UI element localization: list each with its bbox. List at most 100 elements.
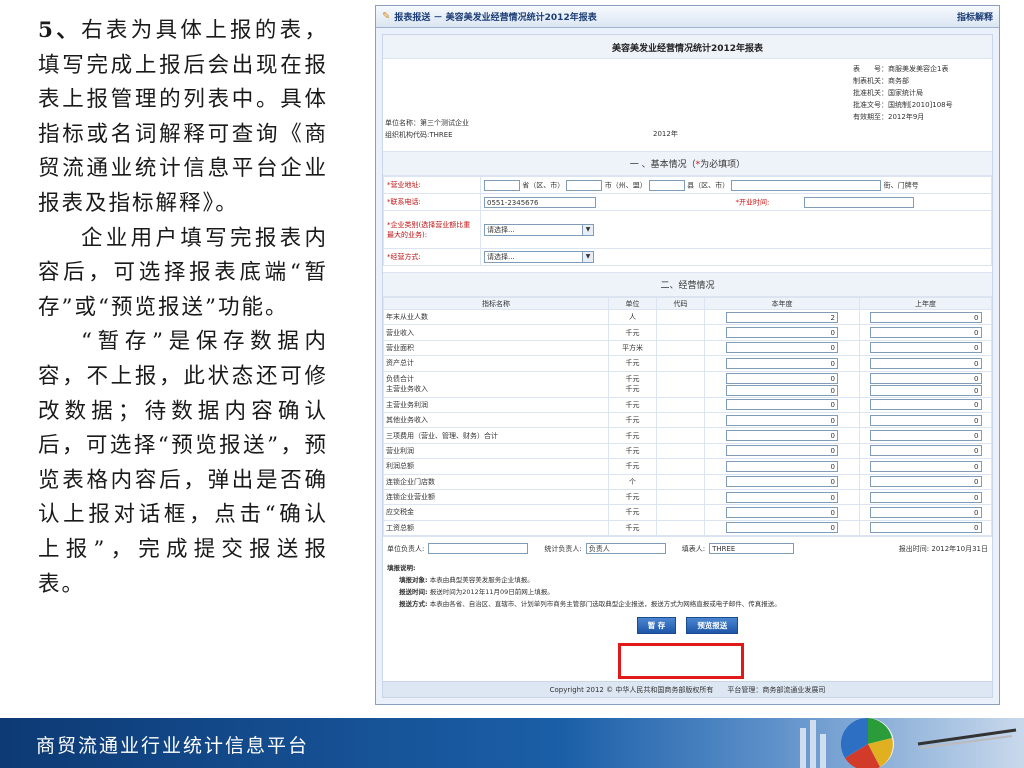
indicator-name-cell: 营业收入 xyxy=(383,324,609,341)
previous-year-input[interactable]: 0 xyxy=(869,414,982,426)
code-cell xyxy=(656,308,705,326)
save-draft-button[interactable]: 暂 存 xyxy=(636,616,677,634)
notes-time: 报送时间为2012年11月09日前网上填报。 xyxy=(429,588,554,597)
previous-year-input[interactable]: 0 xyxy=(869,476,982,488)
previous-year-input[interactable]: 0 xyxy=(869,445,982,457)
previous-year-input[interactable]: 0 xyxy=(869,372,982,384)
unit-cell: 千元 xyxy=(608,519,657,537)
indicator-name-cell: 应交税金 xyxy=(383,504,609,521)
preview-submit-button[interactable]: 预览报送 xyxy=(686,616,739,634)
code-cell xyxy=(656,473,705,490)
street-input[interactable] xyxy=(731,179,882,191)
report-window: ✎ 报表报送 － 美容美发业经营情况统计2012年报表 指标解释 美容美发业经营… xyxy=(375,5,1000,705)
indicator-name-cell: 连锁企业营业额 xyxy=(383,488,609,506)
current-year-input[interactable]: 0 xyxy=(726,430,838,442)
indicator-name-cell: 三项费用（营业、管理、财务）合计 xyxy=(383,427,609,444)
instruction-para-1-text: 右表为具体上报的表，填写完成上报后会出现在报表上报管理的列表中。具体指标或名词解… xyxy=(38,18,328,216)
notes-method: 本表由各省、自治区、直辖市、计划单列市商务主管部门选取典型企业报送，报送方式为网… xyxy=(429,600,781,609)
previous-year-input[interactable]: 0 xyxy=(869,357,982,369)
current-year-input[interactable]: 0 xyxy=(726,445,838,457)
report-title: 美容美发业经营情况统计2012年报表 xyxy=(383,35,992,59)
current-year-input[interactable]: 0 xyxy=(726,384,838,396)
current-year-input[interactable]: 0 xyxy=(726,327,838,339)
indicator-name-cell: 负债合计 主营业务收入 xyxy=(383,370,609,398)
unit-cell: 千元 xyxy=(608,324,657,341)
open-time-input[interactable] xyxy=(803,196,914,208)
highlight-frame xyxy=(618,643,744,679)
col-header-unit: 单位 xyxy=(608,297,657,310)
previous-year-cell: 0 xyxy=(859,355,992,372)
current-year-cell: 0 xyxy=(704,339,860,357)
chevron-down-icon: ▼ xyxy=(582,224,593,235)
indicator-help-link[interactable]: 指标解释 xyxy=(957,10,993,23)
notes-target: 本表由典型美容美发服务企业填报。 xyxy=(429,576,534,585)
instruction-para-2: 企业用户填写完报表内容后，可选择报表底端“暂存”或“预览报送”功能。 xyxy=(38,225,328,320)
previous-year-cell: 0 xyxy=(859,488,992,506)
current-year-cell: 0 xyxy=(704,442,860,460)
previous-year-input[interactable]: 0 xyxy=(869,522,982,534)
table-row: 三项费用（营业、管理、财务）合计 千元 0 0 xyxy=(383,427,992,444)
previous-year-input[interactable]: 0 xyxy=(869,327,982,339)
previous-year-input[interactable]: 0 xyxy=(869,506,982,518)
notes-method-label: 报送方式: xyxy=(399,600,428,609)
indicator-name-cell: 营业利润 xyxy=(383,442,609,460)
report-meta-right: 表 号：商服美发美容企1表 制表机关：商务部 批准机关：国家统计局 批准文号：国… xyxy=(853,63,953,123)
category-select[interactable]: 请选择... ▼ xyxy=(484,223,594,236)
previous-year-input[interactable]: 0 xyxy=(869,491,982,503)
section-basic-title-text: 一 、基本情况（ xyxy=(629,160,696,170)
stat-leader-input[interactable]: 负责人 xyxy=(585,543,666,555)
window-title: 报表报送 － 美容美发业经营情况统计2012年报表 xyxy=(394,13,597,23)
mode-label: *经营方式: xyxy=(383,248,481,266)
previous-year-input[interactable]: 0 xyxy=(869,311,982,323)
current-year-input[interactable]: 0 xyxy=(726,522,838,534)
street-label: 街、门牌号 xyxy=(883,181,919,189)
previous-year-input[interactable]: 0 xyxy=(869,399,982,411)
current-year-cell: 0 xyxy=(704,324,860,341)
table-row: 主营业务利润 千元 0 0 xyxy=(383,396,992,413)
table-row: 营业收入 千元 0 0 xyxy=(383,324,992,341)
current-year-input[interactable]: 0 xyxy=(726,372,838,384)
leader-label: 单位负责人: xyxy=(387,544,425,553)
phone-input[interactable]: 0551-2345676 xyxy=(484,196,596,208)
previous-year-input[interactable]: 0 xyxy=(869,342,982,354)
mode-select[interactable]: 请选择... ▼ xyxy=(484,251,594,263)
current-year-input[interactable]: 0 xyxy=(726,414,838,426)
current-year-input[interactable]: 2 xyxy=(726,311,838,323)
unit-cell: 千元 xyxy=(608,504,657,521)
current-year-input[interactable]: 0 xyxy=(726,506,838,518)
city-input[interactable] xyxy=(566,179,603,191)
col-header-previous: 上年度 xyxy=(859,297,992,310)
previous-year-input[interactable]: 0 xyxy=(869,384,982,396)
col-header-name: 指标名称 xyxy=(383,297,609,310)
code-cell xyxy=(656,370,705,398)
current-year-cell: 0 xyxy=(704,355,860,372)
province-input[interactable] xyxy=(484,179,520,191)
open-time-label: *开业时间: xyxy=(735,198,770,206)
current-year-input[interactable]: 0 xyxy=(726,460,838,472)
previous-year-input[interactable]: 0 xyxy=(869,460,982,472)
chevron-down-icon: ▼ xyxy=(582,252,593,262)
phone-row: *联系电话: 0551-2345676 *开业时间: xyxy=(383,193,992,211)
report-meta-left: 单位名称：第三个测试企业 组织机构代码:THREE xyxy=(385,117,469,141)
leader-input[interactable] xyxy=(428,543,529,555)
code-cell xyxy=(656,519,705,537)
county-input[interactable] xyxy=(648,179,685,191)
unit-name: 单位名称：第三个测试企业 xyxy=(385,119,469,127)
previous-year-cell: 0 xyxy=(859,324,992,341)
copyright-footer: Copyright 2012 © 中华人民共和国商务部版权所有 平台管理：商务部… xyxy=(383,681,992,697)
unit-cell: 千元 xyxy=(608,396,657,413)
county-label: 县（区、市） xyxy=(687,181,730,189)
current-year-input[interactable]: 0 xyxy=(726,357,838,369)
previous-year-cell: 0 xyxy=(859,411,992,429)
current-year-input[interactable]: 0 xyxy=(726,342,838,354)
indicator-name-cell: 利润总额 xyxy=(383,458,609,475)
current-year-input[interactable]: 0 xyxy=(726,399,838,411)
indicator-name-cell: 资产总计 xyxy=(383,355,609,372)
current-year-cell: 0 xyxy=(704,458,860,475)
code-cell xyxy=(656,427,705,444)
current-year-input[interactable]: 0 xyxy=(726,491,838,503)
previous-year-input[interactable]: 0 xyxy=(869,430,982,442)
province-label: 省（区、市） xyxy=(522,181,565,189)
filler-input[interactable]: THREE xyxy=(709,543,795,555)
current-year-input[interactable]: 0 xyxy=(726,476,838,488)
